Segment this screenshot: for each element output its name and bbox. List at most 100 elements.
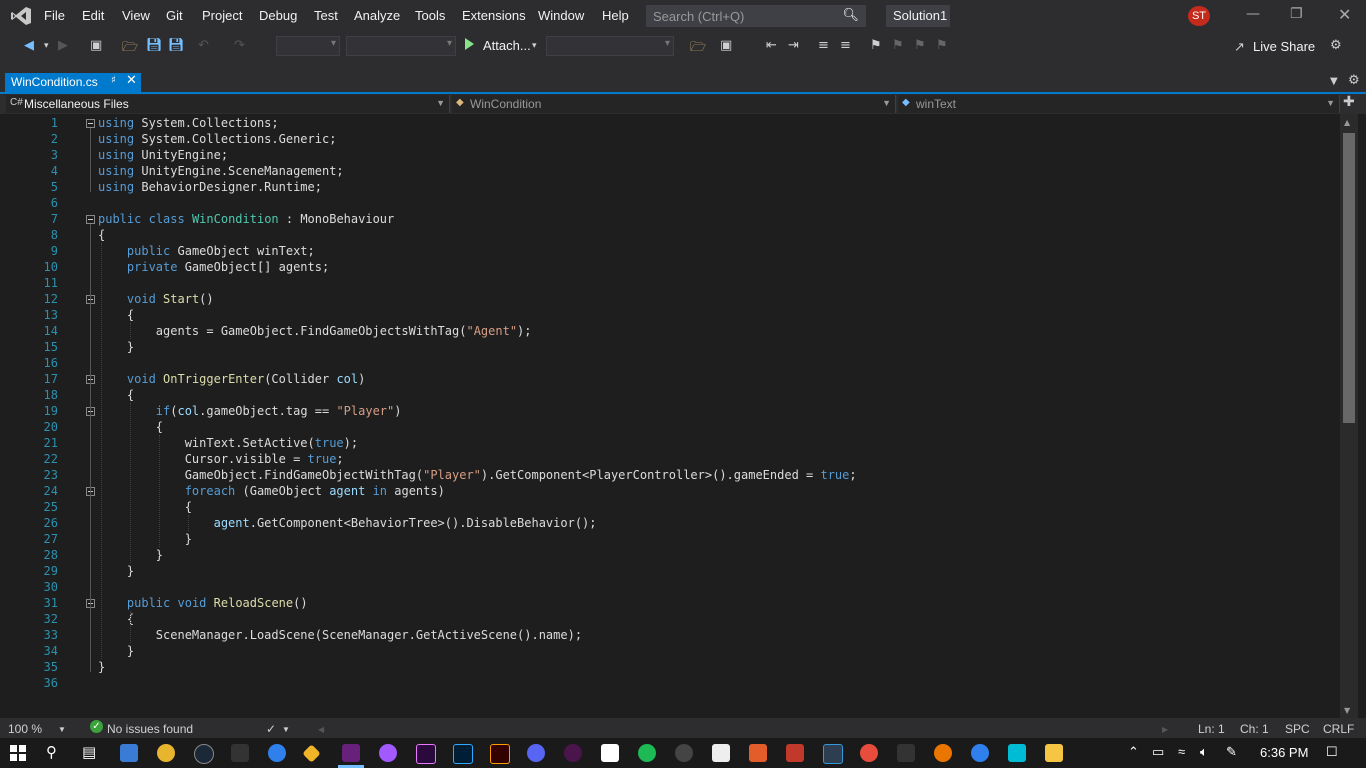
- code-line[interactable]: }: [98, 563, 134, 579]
- app-cyan-icon[interactable]: [1008, 744, 1026, 762]
- next-bookmark-icon[interactable]: ⚑: [914, 38, 926, 53]
- menu-git[interactable]: Git: [166, 8, 183, 23]
- attach-button[interactable]: Attach...: [483, 38, 531, 53]
- cleanup-dropdown-icon[interactable]: ▼: [282, 725, 290, 734]
- code-line[interactable]: if(col.gameObject.tag == "Player"): [98, 403, 402, 419]
- volume-icon[interactable]: 🔈︎: [1200, 744, 1208, 760]
- class-dropdown[interactable]: ◆ WinCondition ▼: [452, 95, 896, 113]
- forward-icon[interactable]: ▶: [58, 38, 68, 53]
- scroll-down-icon[interactable]: ▼: [1344, 706, 1350, 715]
- scrollbar-thumb[interactable]: [1343, 133, 1355, 423]
- code-line[interactable]: }: [98, 659, 105, 675]
- code-line[interactable]: }: [98, 643, 134, 659]
- code-line[interactable]: public class WinCondition : MonoBehaviou…: [98, 211, 394, 227]
- clock[interactable]: 6:36 PM: [1260, 745, 1308, 760]
- tray-chevron-icon[interactable]: ⌃: [1128, 744, 1139, 760]
- menu-view[interactable]: View: [122, 8, 150, 23]
- windows-start-icon[interactable]: [10, 745, 26, 761]
- pen-icon[interactable]: ✎: [1226, 744, 1237, 760]
- start-debug-icon[interactable]: [465, 38, 474, 50]
- chrome-icon[interactable]: [157, 744, 175, 762]
- tab-wincondition-cs[interactable]: WinCondition.cs ♯ ✕: [5, 73, 141, 92]
- collapse-toggle[interactable]: [86, 215, 95, 224]
- spotify-icon[interactable]: [638, 744, 656, 762]
- issues-status[interactable]: No issues found: [107, 722, 193, 736]
- github-icon[interactable]: [675, 744, 693, 762]
- app-red-icon[interactable]: [786, 744, 804, 762]
- code-line[interactable]: }: [98, 531, 192, 547]
- code-line[interactable]: public void ReloadScene(): [98, 595, 308, 611]
- notification-icon[interactable]: ☐: [1326, 744, 1338, 760]
- zoom-level[interactable]: 100 %: [8, 722, 42, 736]
- open-file-icon[interactable]: 🗁︎: [122, 38, 138, 60]
- code-line[interactable]: using System.Collections.Generic;: [98, 131, 336, 147]
- cloud-app-icon[interactable]: [971, 744, 989, 762]
- desktop-app-icon[interactable]: [120, 744, 138, 762]
- undo-icon[interactable]: ↶: [198, 38, 209, 53]
- split-window-icon[interactable]: ✚: [1343, 94, 1355, 110]
- code-line[interactable]: GameObject.FindGameObjectWithTag("Player…: [98, 467, 857, 483]
- save-icon[interactable]: 💾︎: [146, 38, 163, 53]
- illustrator-icon[interactable]: [490, 744, 510, 764]
- code-line[interactable]: using System.Collections;: [98, 115, 279, 131]
- menu-file[interactable]: File: [44, 8, 65, 23]
- steam-icon[interactable]: [194, 744, 214, 764]
- code-line[interactable]: private GameObject[] agents;: [98, 259, 329, 275]
- outdent-icon[interactable]: ⇤: [766, 38, 777, 53]
- code-line[interactable]: {: [98, 499, 192, 515]
- code-line[interactable]: }: [98, 339, 134, 355]
- solution-platform-dropdown[interactable]: [346, 36, 456, 56]
- live-share-button[interactable]: Live Share: [1253, 39, 1315, 54]
- github-desktop-icon[interactable]: [379, 744, 397, 762]
- back-dropdown-icon[interactable]: ▾: [44, 41, 49, 51]
- collapse-toggle[interactable]: [86, 119, 95, 128]
- zoom-dropdown-icon[interactable]: ▼: [58, 725, 66, 734]
- epic-games-icon[interactable]: [231, 744, 249, 762]
- app-dark-icon[interactable]: [897, 744, 915, 762]
- cleanup-brush-icon[interactable]: ✓: [266, 722, 276, 736]
- scroll-right-icon[interactable]: ▶: [1162, 725, 1168, 734]
- photoshop-icon[interactable]: [453, 744, 473, 764]
- previous-bookmark-icon[interactable]: ⚑: [892, 38, 904, 53]
- task-view-icon[interactable]: ▤: [82, 743, 96, 761]
- close-window-button[interactable]: ✕: [1338, 5, 1351, 24]
- save-all-icon[interactable]: 💾︎: [168, 38, 185, 53]
- code-line[interactable]: agents = GameObject.FindGameObjectsWithT…: [98, 323, 532, 339]
- origin-icon[interactable]: [749, 744, 767, 762]
- menu-analyze[interactable]: Analyze: [354, 8, 400, 23]
- code-line[interactable]: {: [98, 307, 134, 323]
- menu-extensions[interactable]: Extensions: [462, 8, 526, 23]
- battery-icon[interactable]: ▭: [1152, 744, 1164, 760]
- menu-edit[interactable]: Edit: [82, 8, 104, 23]
- discord-icon[interactable]: [527, 744, 545, 762]
- visual-studio-taskbar-icon[interactable]: [342, 744, 360, 762]
- settings-gear-icon[interactable]: ⚙: [1348, 73, 1360, 88]
- project-dropdown[interactable]: C# Miscellaneous Files ▼: [6, 95, 450, 113]
- code-line[interactable]: public GameObject winText;: [98, 243, 315, 259]
- menu-tools[interactable]: Tools: [415, 8, 445, 23]
- scroll-left-icon[interactable]: ◀: [318, 725, 324, 734]
- search-taskbar-icon[interactable]: ⚲: [46, 743, 57, 761]
- file-explorer-icon[interactable]: [1045, 744, 1063, 762]
- feedback-icon[interactable]: ⚙: [1330, 38, 1342, 53]
- bookmark-icon[interactable]: ⚑: [870, 38, 882, 53]
- search-box[interactable]: Search (Ctrl+Q) 🔍︎: [646, 5, 866, 27]
- notion-icon[interactable]: [601, 744, 619, 762]
- code-line[interactable]: void OnTriggerEnter(Collider col): [98, 371, 365, 387]
- code-line[interactable]: SceneManager.LoadScene(SceneManager.GetA…: [98, 627, 582, 643]
- file-icon[interactable]: [712, 744, 730, 762]
- clear-bookmarks-icon[interactable]: ⚑: [936, 38, 948, 53]
- uncomment-icon[interactable]: ≡: [840, 38, 851, 53]
- line-indicator[interactable]: Ln: 1: [1198, 722, 1225, 736]
- code-line[interactable]: agent.GetComponent<BehaviorTree>().Disab…: [98, 515, 597, 531]
- avatar[interactable]: ST: [1188, 6, 1210, 26]
- browser-link-icon[interactable]: ▣: [720, 38, 732, 53]
- code-line[interactable]: {: [98, 387, 134, 403]
- startup-item-dropdown[interactable]: [546, 36, 674, 56]
- pin-icon[interactable]: ♯: [111, 75, 116, 86]
- code-line[interactable]: foreach (GameObject agent in agents): [98, 483, 445, 499]
- slack-icon[interactable]: [564, 744, 582, 762]
- char-indicator[interactable]: Ch: 1: [1240, 722, 1269, 736]
- davinci-icon[interactable]: [823, 744, 843, 764]
- menu-help[interactable]: Help: [602, 8, 629, 23]
